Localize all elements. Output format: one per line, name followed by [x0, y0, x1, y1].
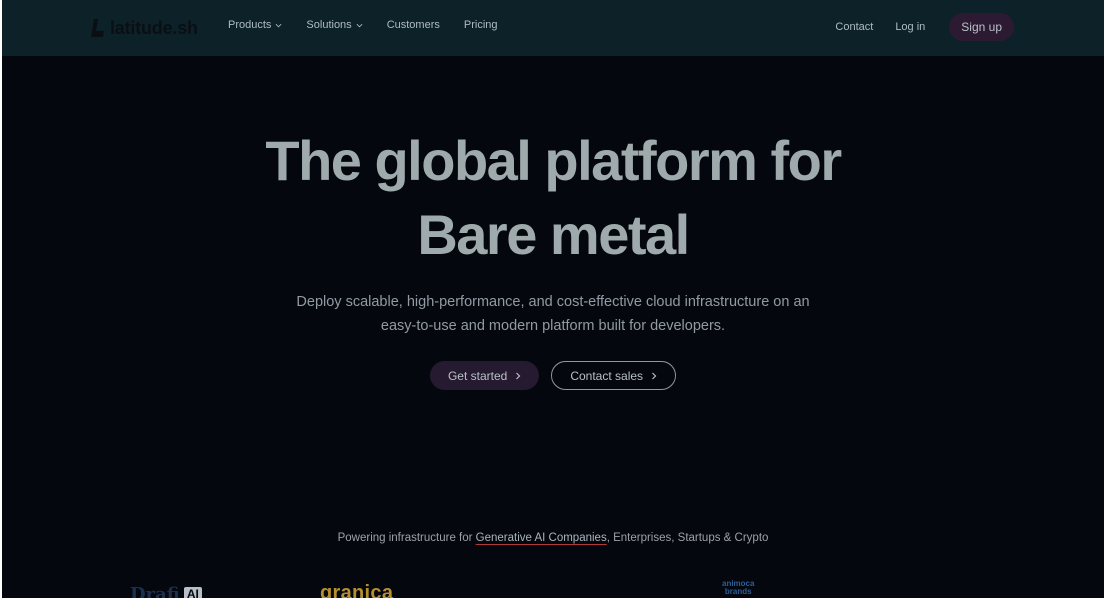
chevron-right-icon — [652, 372, 657, 379]
drafi-logo: Drafi AI — [130, 584, 202, 598]
granica-logo: granica — [320, 582, 394, 598]
customer-logos: Drafi AI granica animoca brands — [2, 578, 1104, 598]
hero-title-line-2: Bare metal — [417, 203, 690, 266]
powering-prefix: Powering infrastructure for — [337, 532, 476, 544]
generative-ai-link[interactable]: Generative AI Companies — [476, 532, 607, 544]
chevron-down-icon — [275, 23, 282, 27]
hero-cta-group: Get started Contact sales — [2, 361, 1104, 390]
contact-sales-label: Contact sales — [570, 368, 644, 383]
hero-subtitle: Deploy scalable, high-performance, and c… — [2, 290, 1104, 338]
page: latitude.sh Products Solutions Customers… — [2, 0, 1104, 598]
animoca-brands-logo: animoca brands — [722, 579, 755, 596]
nav-products-label: Products — [228, 19, 272, 31]
nav-solutions-label: Solutions — [306, 19, 352, 31]
primary-nav: Products Solutions Customers Pricing — [228, 19, 522, 31]
top-nav: latitude.sh Products Solutions Customers… — [2, 0, 1104, 56]
nav-products[interactable]: Products — [228, 19, 282, 31]
hero-title-line-1: The global platform for — [265, 129, 842, 192]
hero-subtitle-line-1: Deploy scalable, high-performance, and c… — [296, 294, 810, 310]
nav-pricing[interactable]: Pricing — [464, 19, 498, 31]
contact-link[interactable]: Contact — [835, 21, 873, 33]
nav-customers[interactable]: Customers — [387, 19, 440, 31]
latitude-logo-icon — [91, 19, 104, 37]
powering-tagline: Powering infrastructure for Generative A… — [2, 532, 1104, 544]
powering-suffix: , Enterprises, Startups & Crypto — [606, 532, 769, 544]
hero-subtitle-line-2: easy-to-use and modern platform built fo… — [380, 318, 726, 334]
get-started-label: Get started — [447, 368, 508, 383]
signup-button[interactable]: Sign up — [949, 13, 1014, 41]
nav-actions: Contact Log in Sign up — [813, 13, 1014, 41]
chevron-down-icon — [356, 23, 363, 27]
brand-name: latitude.sh — [110, 17, 198, 38]
get-started-button[interactable]: Get started — [429, 361, 540, 390]
ai-badge: AI — [183, 587, 202, 598]
nav-pricing-label: Pricing — [463, 19, 498, 31]
nav-customers-label: Customers — [386, 19, 440, 31]
chevron-right-icon — [516, 372, 521, 379]
contact-sales-button[interactable]: Contact sales — [551, 361, 677, 390]
nav-solutions[interactable]: Solutions — [306, 19, 363, 31]
hero-title: The global platform for Bare metal — [2, 124, 1104, 272]
brand-logo[interactable]: latitude.sh — [90, 16, 198, 40]
login-link[interactable]: Log in — [895, 21, 925, 33]
